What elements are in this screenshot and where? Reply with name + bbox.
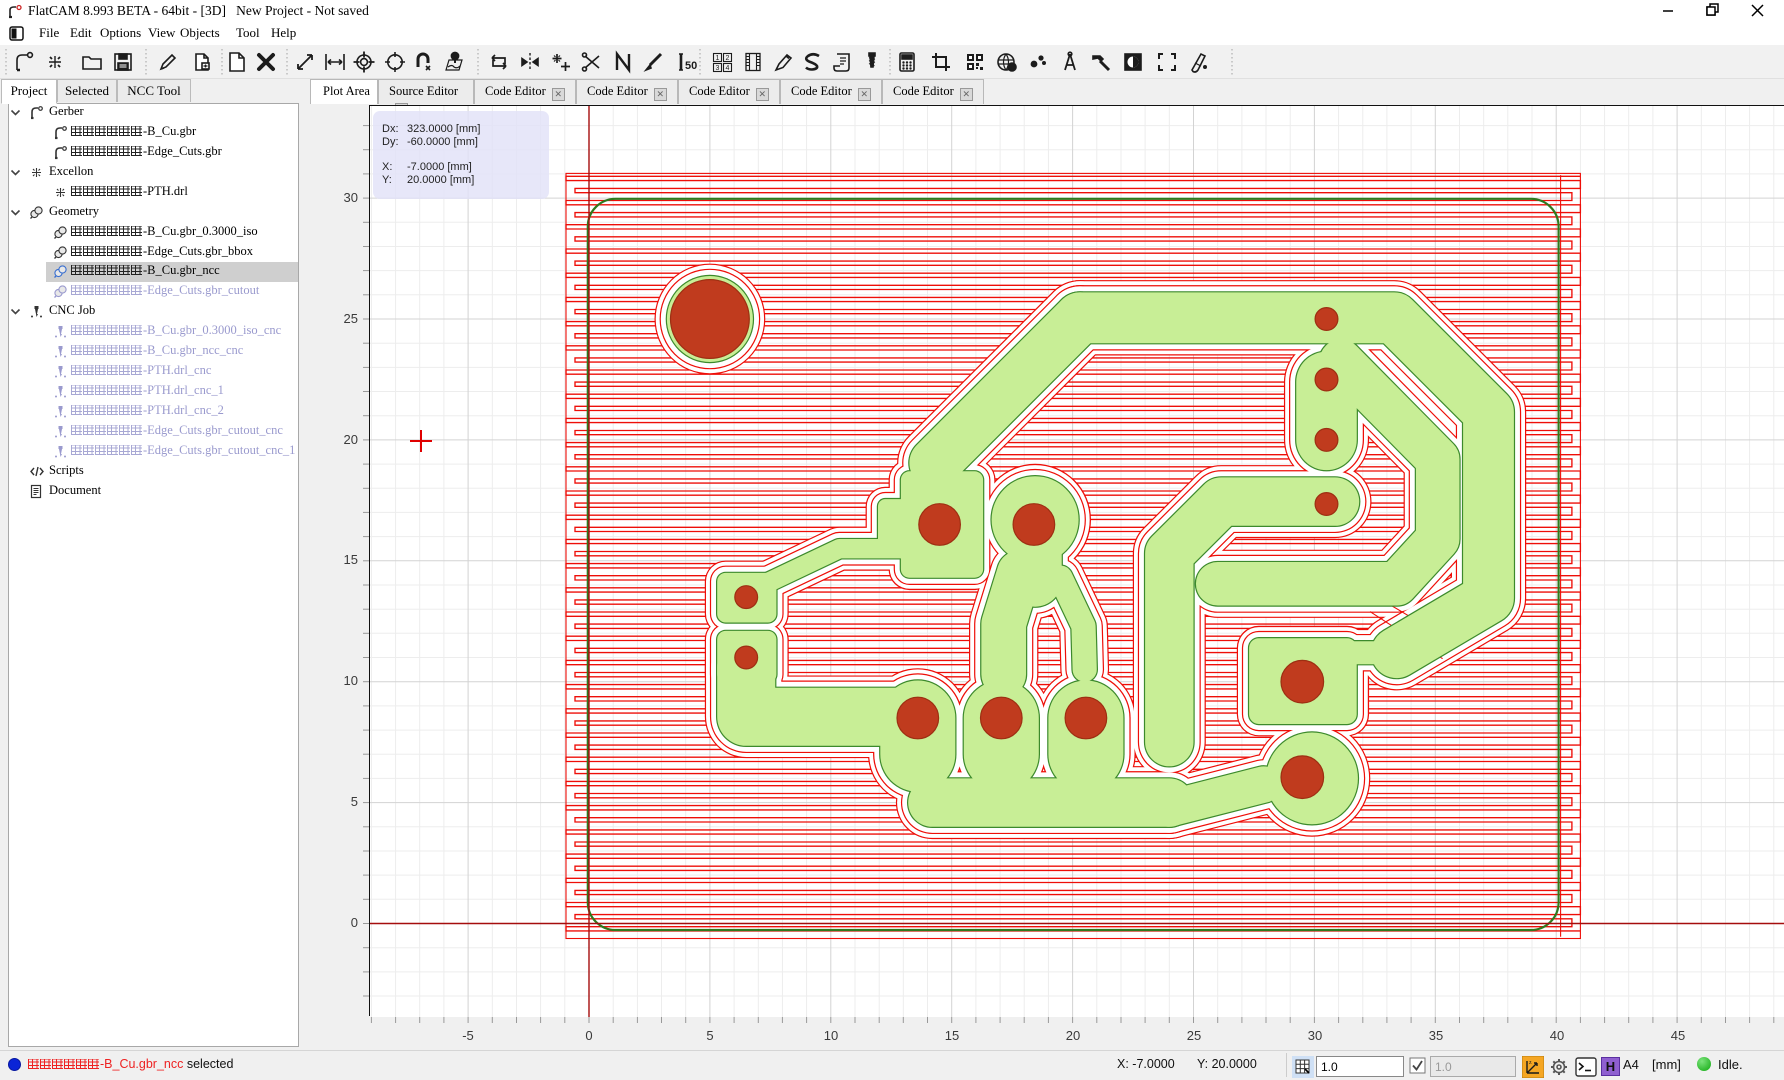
svg-text:4: 4	[726, 65, 730, 72]
svg-text:50: 50	[685, 60, 697, 72]
svg-text:2: 2	[726, 55, 730, 62]
svg-text:1: 1	[716, 55, 720, 62]
svg-text:z: z	[1529, 1060, 1532, 1066]
svg-text:3: 3	[716, 65, 720, 72]
